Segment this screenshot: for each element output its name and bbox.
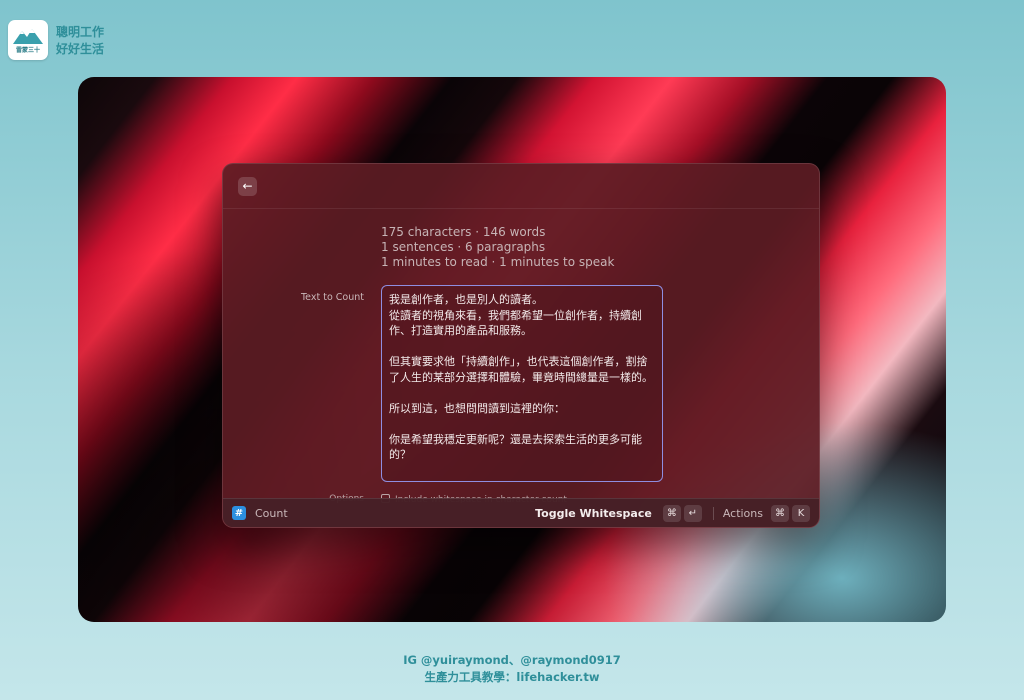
stat-read-speak-time: 1 minutes to read · 1 minutes to speak [381, 255, 615, 269]
footer-social: IG @yuiraymond、@raymond0917 [403, 653, 621, 667]
text-line: 從讀者的視角來看，我們都希望一位創作者，持續創作、打造實用的產品和服務。 [389, 308, 642, 338]
command-name: Count [255, 506, 288, 520]
text-to-count-input[interactable]: 我是創作者，也是別人的讀者。 從讀者的視角來看，我們都希望一位創作者，持續創作、… [381, 285, 663, 482]
footer-website: 生產力工具教學：lifehacker.tw [424, 670, 600, 684]
brand-slogan-line1: 聰明工作 [56, 24, 105, 39]
footer-credits: IG @yuiraymond、@raymond0917 生產力工具教學：life… [0, 652, 1024, 686]
stat-characters-words: 175 characters · 146 words [381, 225, 546, 239]
command-key-icon: ⌘ [662, 504, 681, 522]
text-line: 我是創作者，也是別人的讀者。 [389, 293, 543, 306]
k-key-icon: K [792, 504, 810, 522]
divider [712, 506, 714, 520]
text-line: 你是希望我穩定更新呢？還是去探索生活的更多可能的？ [389, 432, 642, 462]
text-line [389, 416, 655, 432]
window-topbar: ← [223, 164, 819, 209]
return-key-icon: ↵ [683, 504, 702, 522]
toggle-whitespace-button[interactable]: Toggle Whitespace [535, 507, 652, 520]
brand: 雷蒙三十 聰明工作 好好生活 [8, 20, 104, 60]
count-stats: 175 characters · 146 words 1 sentences ·… [381, 225, 614, 270]
actions-button[interactable]: Actions [723, 507, 763, 520]
text-line: 所以到這，也想問問讀到這裡的你： [389, 401, 565, 415]
text-line [389, 385, 655, 401]
back-button[interactable]: ← [238, 176, 257, 196]
brand-logo: 雷蒙三十 [8, 20, 48, 60]
text-line: 但其實要求他「持續創作」，也代表這個創作者，割捨了人生的某部分選擇和體驗，畢竟時… [389, 355, 653, 384]
text-count-window: ← 175 characters · 146 words 1 sentences… [222, 163, 820, 528]
text-line [389, 339, 655, 355]
hash-icon: # [232, 506, 246, 520]
action-bar: # Count Toggle Whitespace ⌘ ↵ Actions ⌘ … [223, 498, 819, 527]
stat-sentences-paragraphs: 1 sentences · 6 paragraphs [381, 240, 546, 254]
brand-slogan-line2: 好好生活 [56, 41, 105, 56]
mountain-icon [13, 29, 43, 44]
command-key-icon: ⌘ [771, 504, 789, 522]
arrow-left-icon: ← [242, 179, 253, 193]
brand-logo-text: 雷蒙三十 [15, 47, 40, 54]
text-to-count-label: Text to Count [300, 292, 364, 303]
